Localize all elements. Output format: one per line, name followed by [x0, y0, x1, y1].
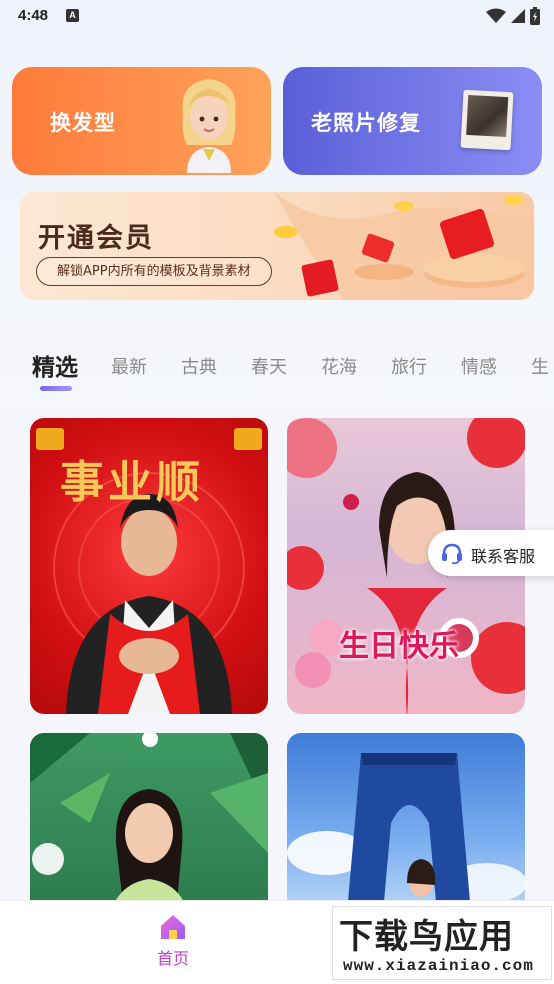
red-envelope-icon — [274, 192, 534, 300]
tab-indicator — [40, 386, 72, 391]
template-image — [30, 733, 268, 913]
tab-newest[interactable]: 最新 — [111, 353, 147, 379]
tab-flowers[interactable]: 花海 — [321, 353, 357, 379]
old-photo-repair-card[interactable]: 老照片修复 — [283, 67, 542, 175]
tab-travel[interactable]: 旅行 — [391, 353, 427, 379]
hairstyle-card[interactable]: 换发型 — [12, 67, 271, 175]
nav-home-label: 首页 — [156, 949, 189, 968]
template-image — [287, 753, 525, 913]
tab-spring[interactable]: 春天 — [251, 353, 287, 379]
notification-icon: A — [66, 9, 79, 22]
template-card-career[interactable]: 事业顺 — [30, 418, 268, 714]
customer-service-button[interactable]: 联系客服 — [428, 530, 554, 576]
vip-subtitle: 解锁APP内所有的模板及背景素材 — [36, 257, 272, 286]
category-tabs: 精选 最新 古典 春天 花海 旅行 情感 生 — [0, 345, 554, 395]
battery-icon — [530, 7, 540, 25]
nav-home[interactable]: 首页 — [140, 913, 206, 977]
old-photo-icon — [460, 89, 514, 151]
status-time: 4:48 — [18, 7, 49, 24]
tab-classical[interactable]: 古典 — [181, 353, 217, 379]
watermark-title: 下载鸟应用 — [339, 917, 514, 957]
tab-more[interactable]: 生 — [531, 353, 549, 379]
wifi-icon — [486, 8, 506, 23]
vip-title: 开通会员 — [38, 223, 154, 254]
cartoon-girl-icon — [182, 79, 236, 173]
birthday-title: 生日快乐 — [339, 629, 459, 664]
watermark-url: www.xiazainiao.com — [343, 957, 534, 975]
customer-service-label: 联系客服 — [471, 547, 536, 566]
home-icon — [161, 915, 185, 939]
career-title: 事业顺 — [60, 457, 204, 508]
signal-icon — [511, 9, 525, 23]
watermark-logo: 下载鸟应用 www.xiazainiao.com — [332, 906, 552, 980]
vip-banner[interactable]: 开通会员 解锁APP内所有的模板及背景素材 — [20, 192, 534, 300]
old-photo-repair-label: 老照片修复 — [311, 111, 421, 135]
tab-emotion[interactable]: 情感 — [461, 353, 497, 379]
hairstyle-label: 换发型 — [50, 111, 116, 135]
headset-icon — [442, 543, 462, 565]
template-card-travel[interactable] — [287, 733, 525, 913]
status-bar: 4:48 A — [0, 0, 554, 34]
status-icons — [486, 6, 540, 26]
template-card-nature[interactable] — [30, 733, 268, 913]
tab-selected[interactable]: 精选 — [32, 348, 78, 382]
